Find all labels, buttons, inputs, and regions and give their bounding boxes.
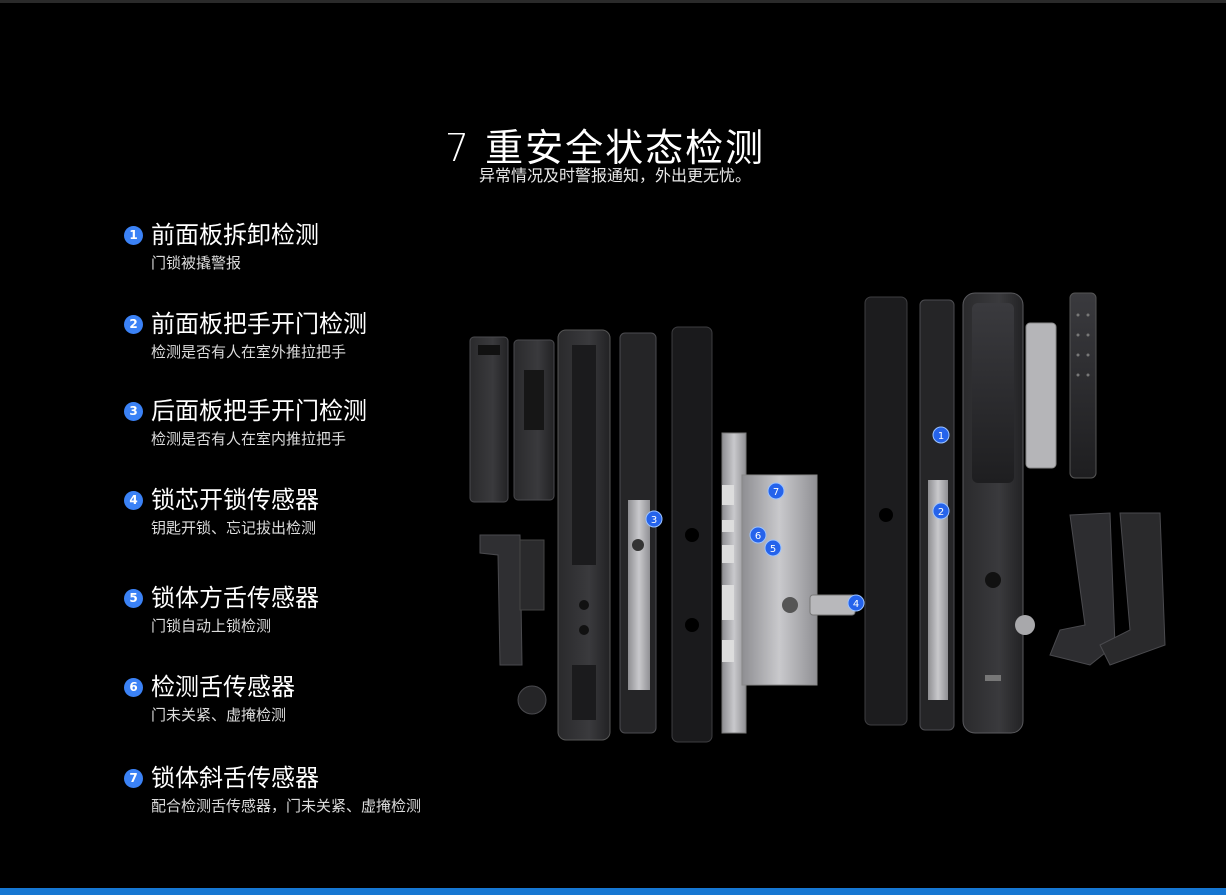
feature-title: 锁体斜舌传感器: [151, 764, 319, 792]
number-badge-5: 5: [124, 588, 143, 608]
top-divider: [0, 0, 1226, 3]
number-badge-3: 3: [124, 401, 143, 421]
feature-description: 门未关紧、虚掩检测: [151, 706, 287, 724]
callout-5-label: 5: [770, 544, 776, 555]
callout-1-label: 1: [938, 431, 944, 442]
feature-item-rear-handle: 3 后面板把手开门检测 检测是否有人在室内推拉把手: [124, 396, 367, 449]
number-badge-1: 1: [124, 225, 143, 245]
callout-3-label: 3: [651, 515, 657, 526]
feature-item-cylinder-sensor: 4 锁芯开锁传感器 钥匙开锁、忘记拔出检测: [124, 485, 319, 538]
callout-2-label: 2: [938, 507, 944, 518]
feature-description: 门锁被撬警报: [151, 254, 242, 272]
feature-item-latch-bolt-sensor: 7 锁体斜舌传感器 配合检测舌传感器，门未关紧、虚掩检测: [124, 763, 421, 816]
feature-description: 检测是否有人在室内推拉把手: [151, 430, 347, 448]
battery-cover-part: [469, 336, 555, 503]
lock-exploded-view: 1 2 3 4 5 6 7: [460, 285, 1220, 765]
number-badge-2: 2: [124, 314, 143, 334]
bottom-accent-bar: [0, 888, 1226, 895]
feature-description: 检测是否有人在室外推拉把手: [151, 343, 347, 361]
feature-title: 检测舌传感器: [151, 673, 295, 701]
feature-description: 配合检测舌传感器，门未关紧、虚掩检测: [151, 797, 422, 815]
feature-title: 锁芯开锁传感器: [151, 486, 319, 514]
smart-lock-main-body-part: [962, 292, 1024, 734]
feature-description: 门锁自动上锁检测: [151, 617, 272, 635]
keypad-glass-part: [1025, 292, 1097, 479]
feature-item-front-handle: 2 前面板把手开门检测 检测是否有人在室外推拉把手: [124, 309, 367, 362]
feature-item-detection-bolt-sensor: 6 检测舌传感器 门未关紧、虚掩检测: [124, 672, 295, 725]
number-badge-7: 7: [124, 768, 143, 788]
outer-handle-part: [479, 534, 547, 715]
feature-item-deadbolt-sensor: 5 锁体方舌传感器 门锁自动上锁检测: [124, 583, 319, 636]
inner-handle-part: [1015, 512, 1166, 666]
feature-description: 钥匙开锁、忘记拔出检测: [151, 519, 317, 537]
gasket-part: [671, 326, 713, 743]
callout-6-label: 6: [755, 531, 761, 542]
feature-title: 前面板把手开门检测: [151, 310, 367, 338]
feature-title: 锁体方舌传感器: [151, 584, 319, 612]
feature-title: 后面板把手开门检测: [151, 397, 367, 425]
callout-7-label: 7: [773, 487, 779, 498]
number-badge-4: 4: [124, 490, 143, 510]
callout-4-label: 4: [853, 599, 859, 610]
feature-title: 前面板拆卸检测: [151, 221, 319, 249]
page-subtitle: 异常情况及时警报通知，外出更无忧。: [478, 166, 751, 185]
feature-item-front-panel-removal: 1 前面板拆卸检测 门锁被撬警报: [124, 220, 319, 273]
lock-exploded-illustration: 1 2 3 4 5 6 7: [469, 292, 1166, 743]
front-panel-part: [557, 329, 611, 741]
front-inner-plate-part: [619, 332, 657, 734]
rear-gasket-part: [864, 296, 908, 726]
mortise-lock-body-part: [721, 432, 856, 734]
number-badge-6: 6: [124, 677, 143, 697]
